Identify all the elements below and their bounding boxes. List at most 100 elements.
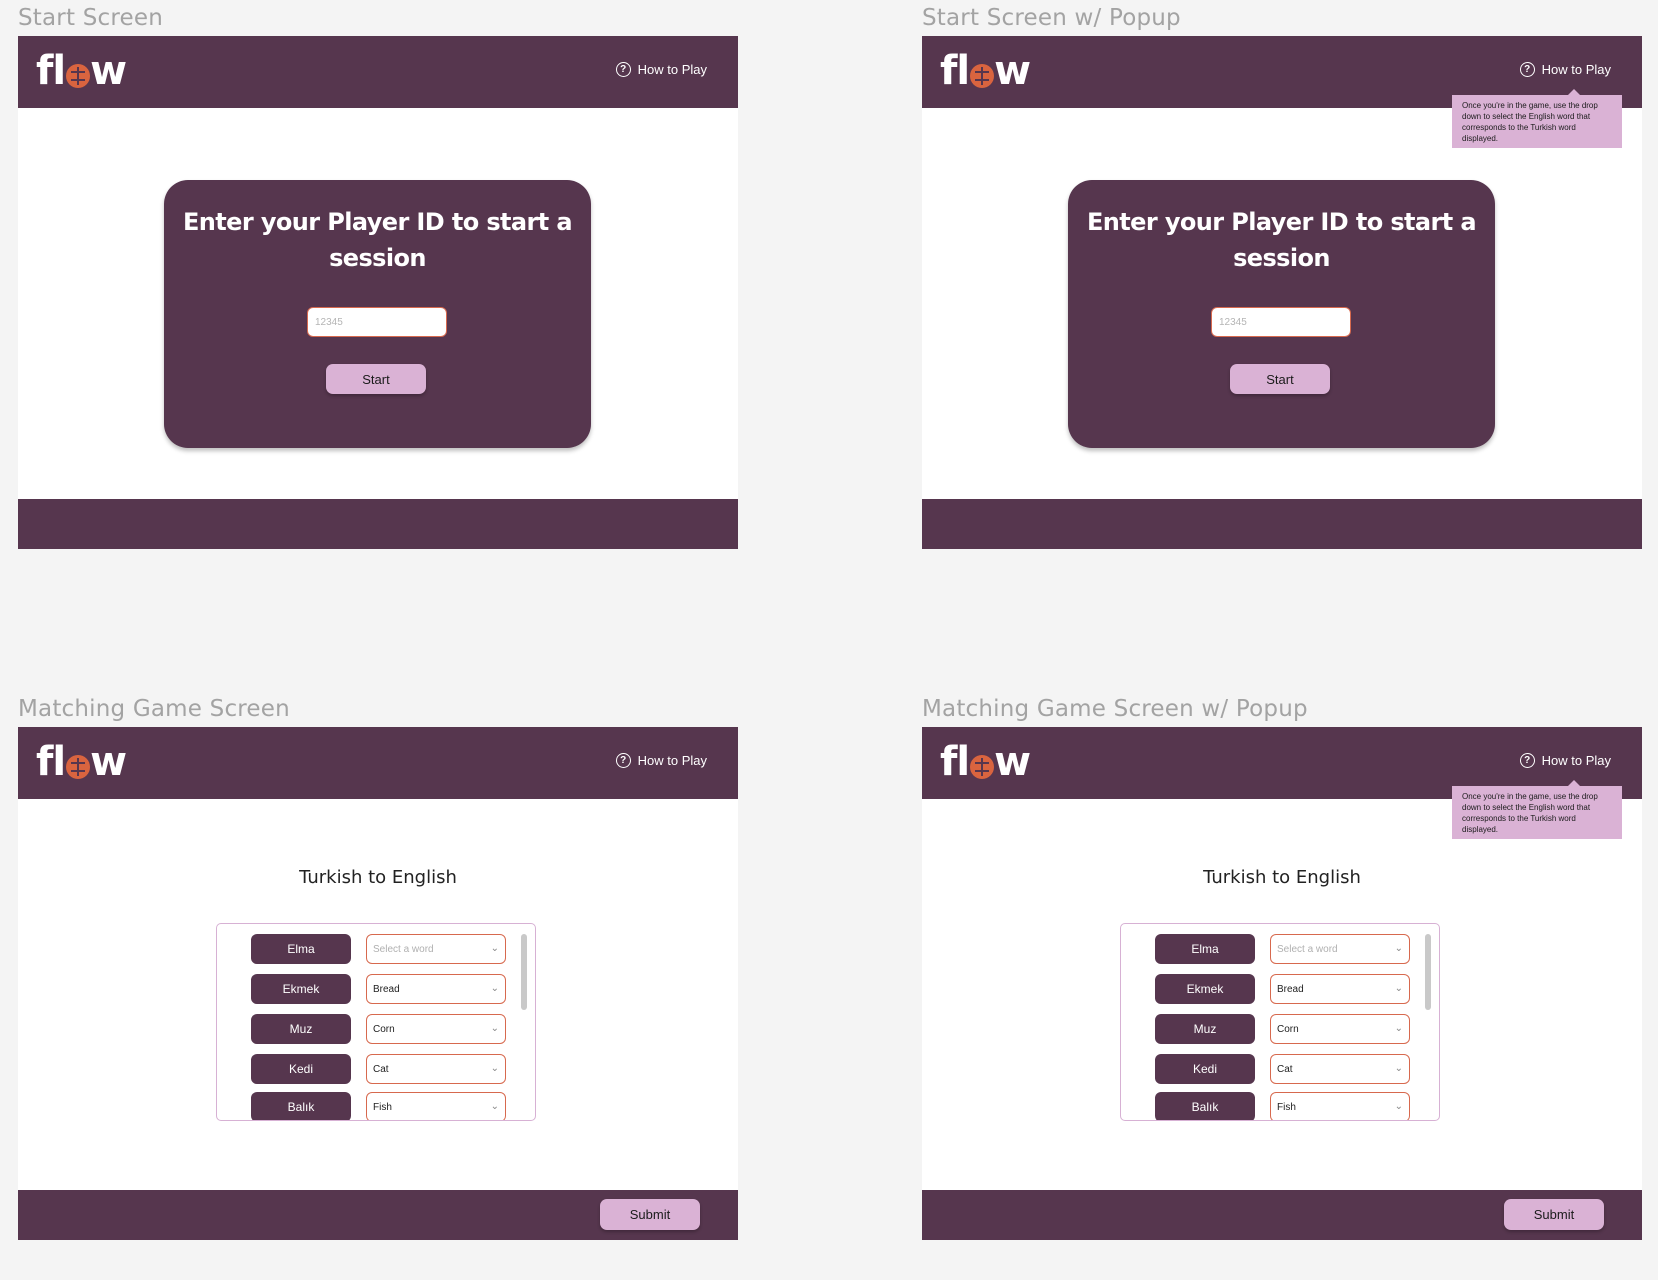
logo-text-suffix: w: [90, 48, 127, 94]
app-footer: Submit: [922, 1190, 1642, 1240]
start-screen-popup-frame: fl w ? How to Play Once you're in the gam…: [922, 36, 1642, 549]
english-word-select[interactable]: Select a word ⌄: [366, 934, 506, 964]
turkish-word-chip: Ekmek: [1155, 974, 1255, 1004]
english-word-select[interactable]: Select a word ⌄: [1270, 934, 1410, 964]
match-row: Balık Fish ⌄: [217, 1092, 535, 1120]
match-row: Muz Corn ⌄: [217, 1014, 535, 1046]
select-value: Cat: [373, 1063, 389, 1075]
english-word-select[interactable]: Fish ⌄: [366, 1092, 506, 1120]
submit-button[interactable]: Submit: [600, 1199, 700, 1230]
match-row: Muz Corn ⌄: [1121, 1014, 1439, 1046]
submit-button[interactable]: Submit: [1504, 1199, 1604, 1230]
english-word-select[interactable]: Corn ⌄: [1270, 1014, 1410, 1044]
question-circle-icon: ?: [1519, 62, 1535, 77]
match-list-scrollbar[interactable]: [521, 934, 527, 1010]
logo-text-suffix: w: [90, 739, 127, 785]
turkish-word-chip: Kedi: [251, 1054, 351, 1084]
english-word-select[interactable]: Corn ⌄: [366, 1014, 506, 1044]
select-value: Select a word: [373, 943, 434, 955]
how-to-play-button[interactable]: ? How to Play: [615, 62, 707, 77]
match-row: Balık Fish ⌄: [1121, 1092, 1439, 1120]
card-title: Enter your Player ID to start a session: [1087, 208, 1477, 272]
player-id-card: Enter your Player ID to start a session …: [164, 180, 591, 448]
player-id-input[interactable]: [1211, 307, 1351, 337]
chevron-down-icon: ⌄: [490, 1101, 499, 1112]
english-word-select[interactable]: Fish ⌄: [1270, 1092, 1410, 1120]
start-button[interactable]: Start: [326, 364, 426, 394]
chevron-down-icon: ⌄: [490, 1023, 499, 1034]
match-row: Kedi Cat ⌄: [1121, 1054, 1439, 1086]
brain-icon: [66, 755, 91, 779]
logo-text-suffix: w: [994, 739, 1031, 785]
start-button[interactable]: Start: [1230, 364, 1330, 394]
turkish-word-chip: Kedi: [1155, 1054, 1255, 1084]
chevron-down-icon: ⌄: [490, 943, 499, 954]
player-id-card: Enter your Player ID to start a session …: [1068, 180, 1495, 448]
match-list[interactable]: Elma Select a word ⌄ Ekmek Bread ⌄ Muz Cor…: [1120, 923, 1440, 1121]
question-circle-icon: ?: [1519, 753, 1535, 768]
question-circle-icon: ?: [615, 62, 631, 77]
turkish-word-chip: Muz: [251, 1014, 351, 1044]
frame-label-matching-game-popup: Matching Game Screen w/ Popup: [922, 696, 1308, 722]
turkish-word-chip: Balık: [251, 1092, 351, 1120]
app-footer: Submit: [18, 1190, 738, 1240]
flow-logo[interactable]: fl w: [36, 737, 127, 787]
matching-game-frame: fl w ? How to Play Turkish to English Elm…: [18, 727, 738, 1240]
how-to-play-label: How to Play: [637, 62, 707, 77]
frame-label-start-screen: Start Screen: [18, 5, 163, 31]
how-to-play-button[interactable]: ? How to Play: [1519, 62, 1611, 77]
matching-game-popup-frame: fl w ? How to Play Once you're in the gam…: [922, 727, 1642, 1240]
english-word-select[interactable]: Cat ⌄: [366, 1054, 506, 1084]
frame-label-matching-game: Matching Game Screen: [18, 696, 290, 722]
how-to-play-popup: Once you're in the game, use the drop do…: [1452, 89, 1622, 148]
logo-text-suffix: w: [994, 48, 1031, 94]
select-value: Cat: [1277, 1063, 1293, 1075]
english-word-select[interactable]: Bread ⌄: [366, 974, 506, 1004]
logo-text-prefix: fl: [36, 48, 66, 94]
turkish-word-chip: Muz: [1155, 1014, 1255, 1044]
frame-label-start-screen-popup: Start Screen w/ Popup: [922, 5, 1181, 31]
app-footer: [922, 499, 1642, 549]
how-to-play-button[interactable]: ? How to Play: [1519, 753, 1611, 768]
match-row: Kedi Cat ⌄: [217, 1054, 535, 1086]
select-value: Fish: [1277, 1101, 1296, 1113]
match-row: Elma Select a word ⌄: [217, 934, 535, 966]
logo-text-prefix: fl: [940, 48, 970, 94]
logo-text-prefix: fl: [36, 739, 66, 785]
english-word-select[interactable]: Bread ⌄: [1270, 974, 1410, 1004]
how-to-play-button[interactable]: ? How to Play: [615, 753, 707, 768]
turkish-word-chip: Ekmek: [251, 974, 351, 1004]
chevron-down-icon: ⌄: [1394, 1063, 1403, 1074]
app-header: fl w ? How to Play: [18, 36, 738, 108]
match-list-scrollbar[interactable]: [1425, 934, 1431, 1010]
flow-logo[interactable]: fl w: [940, 737, 1031, 787]
app-header: fl w ? How to Play: [18, 727, 738, 799]
turkish-word-chip: Elma: [1155, 934, 1255, 964]
flow-logo[interactable]: fl w: [940, 46, 1031, 96]
chevron-down-icon: ⌄: [1394, 943, 1403, 954]
brain-icon: [970, 64, 995, 88]
match-row: Elma Select a word ⌄: [1121, 934, 1439, 966]
english-word-select[interactable]: Cat ⌄: [1270, 1054, 1410, 1084]
question-circle-icon: ?: [615, 753, 631, 768]
game-title: Turkish to English: [299, 867, 457, 888]
turkish-word-chip: Balık: [1155, 1092, 1255, 1120]
chevron-down-icon: ⌄: [490, 983, 499, 994]
card-title: Enter your Player ID to start a session: [183, 208, 573, 272]
select-value: Fish: [373, 1101, 392, 1113]
match-list[interactable]: Elma Select a word ⌄ Ekmek Bread ⌄ Muz Cor…: [216, 923, 536, 1121]
flow-logo[interactable]: fl w: [36, 46, 127, 96]
how-to-play-label: How to Play: [637, 753, 707, 768]
select-value: Bread: [373, 983, 400, 995]
how-to-play-popup: Once you're in the game, use the drop do…: [1452, 780, 1622, 839]
turkish-word-chip: Elma: [251, 934, 351, 964]
player-id-input[interactable]: [307, 307, 447, 337]
chevron-down-icon: ⌄: [1394, 1023, 1403, 1034]
brain-icon: [970, 755, 995, 779]
select-value: Bread: [1277, 983, 1304, 995]
chevron-down-icon: ⌄: [490, 1063, 499, 1074]
select-value: Corn: [1277, 1023, 1299, 1035]
start-screen-frame: fl w ? How to Play Enter your Player ID t…: [18, 36, 738, 549]
match-row: Ekmek Bread ⌄: [217, 974, 535, 1006]
chevron-down-icon: ⌄: [1394, 983, 1403, 994]
